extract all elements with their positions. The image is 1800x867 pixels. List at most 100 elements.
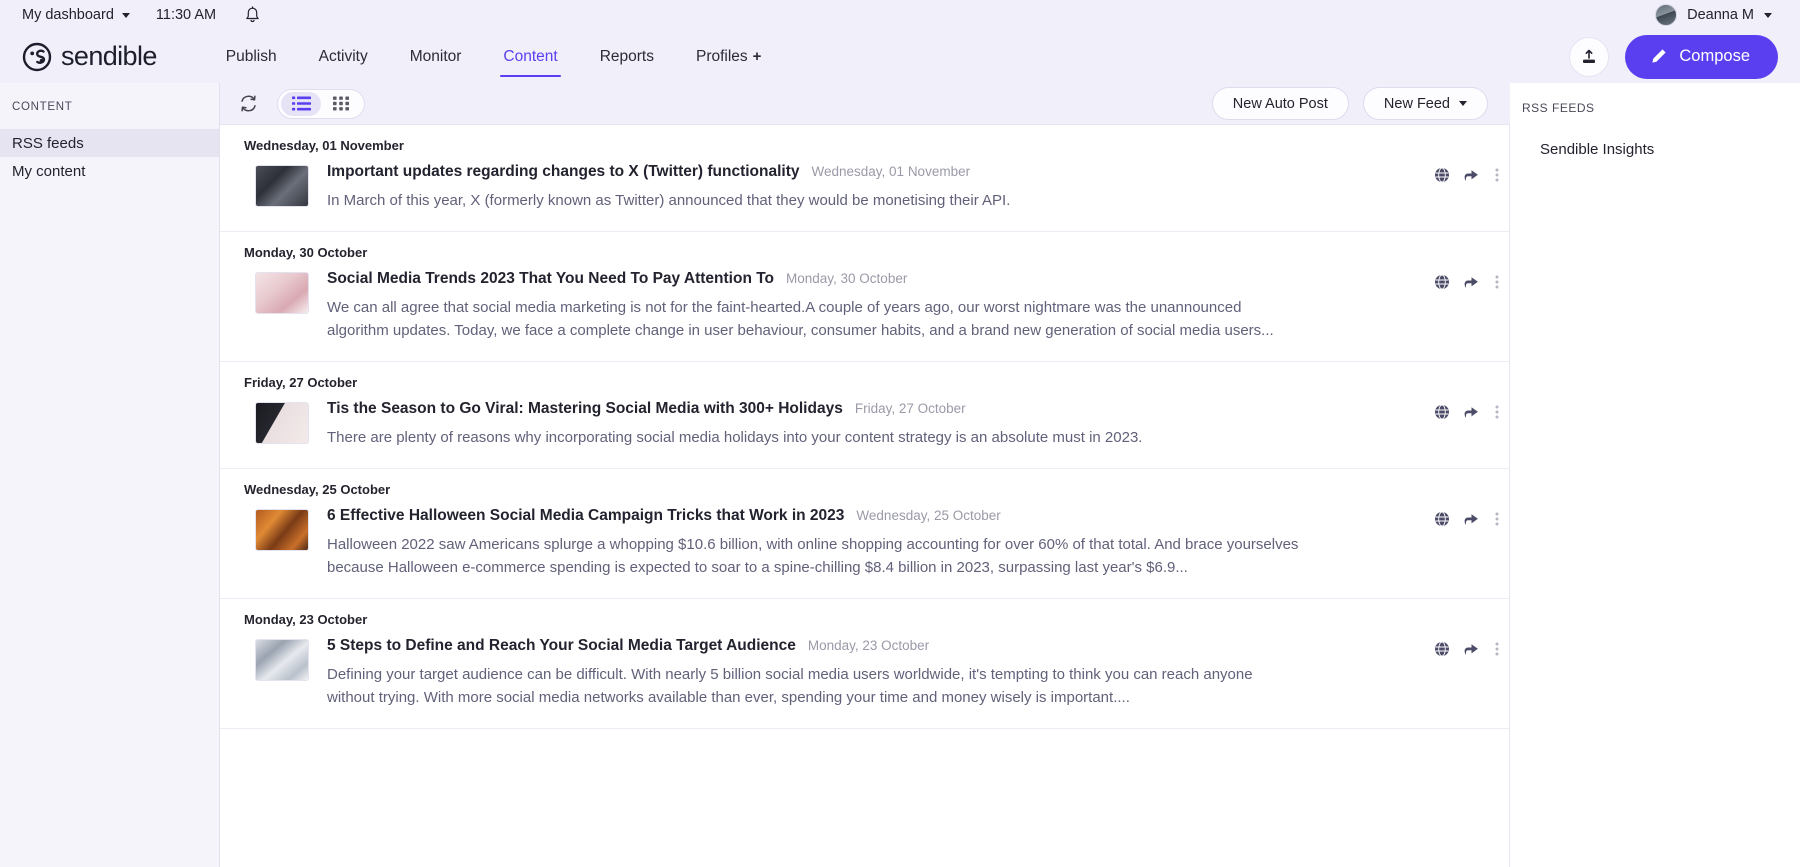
feed-group: Wednesday, 01 November Important updates… — [220, 125, 1509, 232]
share-icon[interactable] — [1464, 641, 1481, 657]
feed-group: Wednesday, 25 October 6 Effective Hallow… — [220, 469, 1509, 599]
nav-item-publish[interactable]: Publish — [205, 30, 298, 83]
nav-label: Activity — [318, 47, 368, 65]
globe-icon[interactable] — [1434, 404, 1450, 420]
article-thumbnail — [255, 271, 309, 314]
nav-item-profiles[interactable]: Profiles + — [675, 30, 782, 83]
article-actions — [1434, 511, 1509, 527]
content-area: New Auto Post New Feed Wednesday, 01 Nov… — [220, 83, 1510, 867]
article-header: Tis the Season to Go Viral: Mastering So… — [327, 400, 1414, 418]
more-vertical-icon[interactable] — [1495, 274, 1499, 290]
share-icon[interactable] — [1464, 274, 1481, 290]
sidebar-item-label: RSS feeds — [12, 134, 84, 152]
article-body: 6 Effective Halloween Social Media Campa… — [327, 507, 1434, 580]
article-title[interactable]: 6 Effective Halloween Social Media Campa… — [327, 507, 844, 525]
nav-label: Reports — [599, 47, 654, 65]
article-actions — [1434, 274, 1509, 290]
compose-label: Compose — [1679, 47, 1750, 65]
new-auto-post-label: New Auto Post — [1232, 95, 1328, 112]
feed-group: Monday, 30 October Social Media Trends 2… — [220, 232, 1509, 362]
article-body: Important updates regarding changes to X… — [327, 163, 1434, 213]
article-date: Monday, 30 October — [786, 270, 908, 286]
article-header: 6 Effective Halloween Social Media Campa… — [327, 507, 1414, 525]
avatar — [1655, 4, 1678, 26]
article-header: Social Media Trends 2023 That You Need T… — [327, 270, 1414, 288]
globe-icon[interactable] — [1434, 274, 1450, 290]
article-actions — [1434, 641, 1509, 657]
toolbar-actions: New Auto Post New Feed — [1211, 87, 1488, 120]
nav-item-monitor[interactable]: Monitor — [389, 30, 483, 83]
group-date: Wednesday, 01 November — [244, 138, 404, 153]
group-date: Wednesday, 25 October — [244, 481, 391, 497]
nav-item-content[interactable]: Content — [482, 30, 578, 83]
article-date: Monday, 23 October — [807, 637, 930, 653]
more-vertical-icon[interactable] — [1495, 404, 1499, 420]
article-title[interactable]: Social Media Trends 2023 That You Need T… — [327, 270, 774, 288]
nav-actions: Compose — [1569, 34, 1778, 79]
refresh-icon[interactable] — [238, 93, 259, 114]
upload-icon — [1583, 49, 1596, 63]
nav-label: Profiles — [695, 47, 748, 65]
chevron-down-icon — [121, 12, 130, 18]
share-icon[interactable] — [1464, 167, 1481, 183]
brand-name: sendible — [61, 41, 157, 71]
feed-article[interactable]: Tis the Season to Go Viral: Mastering So… — [220, 400, 1509, 468]
share-icon[interactable] — [1464, 404, 1481, 420]
user-name: Deanna M — [1687, 7, 1754, 23]
nav-item-reports[interactable]: Reports — [579, 30, 675, 83]
feed-list[interactable]: Wednesday, 01 November Important updates… — [220, 125, 1510, 867]
article-description: We can all agree that social media marke… — [327, 298, 1274, 339]
new-feed-button[interactable]: New Feed — [1362, 87, 1488, 120]
article-description: In March of this year, X (formerly known… — [327, 192, 1011, 209]
dashboard-label: My dashboard — [22, 7, 114, 23]
nav-label: Publish — [225, 47, 277, 65]
article-title[interactable]: 5 Steps to Define and Reach Your Social … — [327, 637, 796, 655]
compose-button[interactable]: Compose — [1625, 34, 1778, 79]
sendible-mark-icon — [22, 42, 52, 71]
bell-icon[interactable] — [244, 6, 261, 24]
sendible-logo[interactable]: sendible — [22, 41, 157, 72]
new-auto-post-button[interactable]: New Auto Post — [1211, 87, 1349, 120]
sidebar-heading: CONTENT — [12, 101, 73, 113]
sidebar: CONTENT RSS feeds My content — [0, 83, 220, 867]
rss-feeds-heading: RSS FEEDS — [1522, 101, 1595, 115]
share-icon[interactable] — [1464, 511, 1481, 527]
article-title[interactable]: Important updates regarding changes to X… — [327, 163, 800, 181]
feed-article[interactable]: Important updates regarding changes to X… — [220, 163, 1509, 231]
more-vertical-icon[interactable] — [1495, 167, 1499, 183]
list-icon — [291, 96, 311, 111]
content-toolbar: New Auto Post New Feed — [220, 83, 1510, 125]
plus-icon: + — [752, 48, 762, 65]
upload-button[interactable] — [1569, 36, 1610, 77]
feed-article[interactable]: Social Media Trends 2023 That You Need T… — [220, 270, 1509, 361]
grid-view-button[interactable] — [321, 92, 361, 116]
globe-icon[interactable] — [1434, 641, 1450, 657]
article-title[interactable]: Tis the Season to Go Viral: Mastering So… — [327, 400, 843, 418]
current-time: 11:30 AM — [155, 7, 217, 23]
chevron-down-icon — [1459, 101, 1467, 106]
sidebar-item-my-content[interactable]: My content — [0, 157, 219, 185]
main-navigation: sendible Publish Activity Monitor Conten… — [0, 30, 1800, 83]
feed-article[interactable]: 6 Effective Halloween Social Media Campa… — [220, 507, 1509, 598]
sidebar-item-label: My content — [12, 162, 86, 180]
nav-item-activity[interactable]: Activity — [298, 30, 389, 83]
nav-label: Monitor — [409, 47, 462, 65]
user-menu[interactable]: Deanna M — [1655, 4, 1778, 26]
list-view-button[interactable] — [281, 91, 321, 116]
dashboard-selector[interactable]: My dashboard — [22, 7, 130, 23]
more-vertical-icon[interactable] — [1495, 511, 1499, 527]
globe-icon[interactable] — [1434, 511, 1450, 527]
globe-icon[interactable] — [1434, 167, 1450, 183]
rss-feed-item-sendible-insights[interactable]: Sendible Insights — [1510, 137, 1800, 162]
feed-article[interactable]: 5 Steps to Define and Reach Your Social … — [220, 637, 1509, 728]
article-thumbnail — [255, 638, 309, 681]
article-body: Social Media Trends 2023 That You Need T… — [327, 270, 1434, 343]
nav-label: Content — [503, 47, 558, 65]
article-body: 5 Steps to Define and Reach Your Social … — [327, 637, 1434, 710]
article-description: There are plenty of reasons why incorpor… — [327, 428, 1143, 446]
feed-group: Friday, 27 October Tis the Season to Go … — [220, 362, 1509, 469]
article-thumbnail — [255, 401, 309, 444]
sidebar-item-rss-feeds[interactable]: RSS feeds — [0, 129, 219, 157]
article-thumbnail — [255, 165, 309, 207]
more-vertical-icon[interactable] — [1495, 641, 1499, 657]
